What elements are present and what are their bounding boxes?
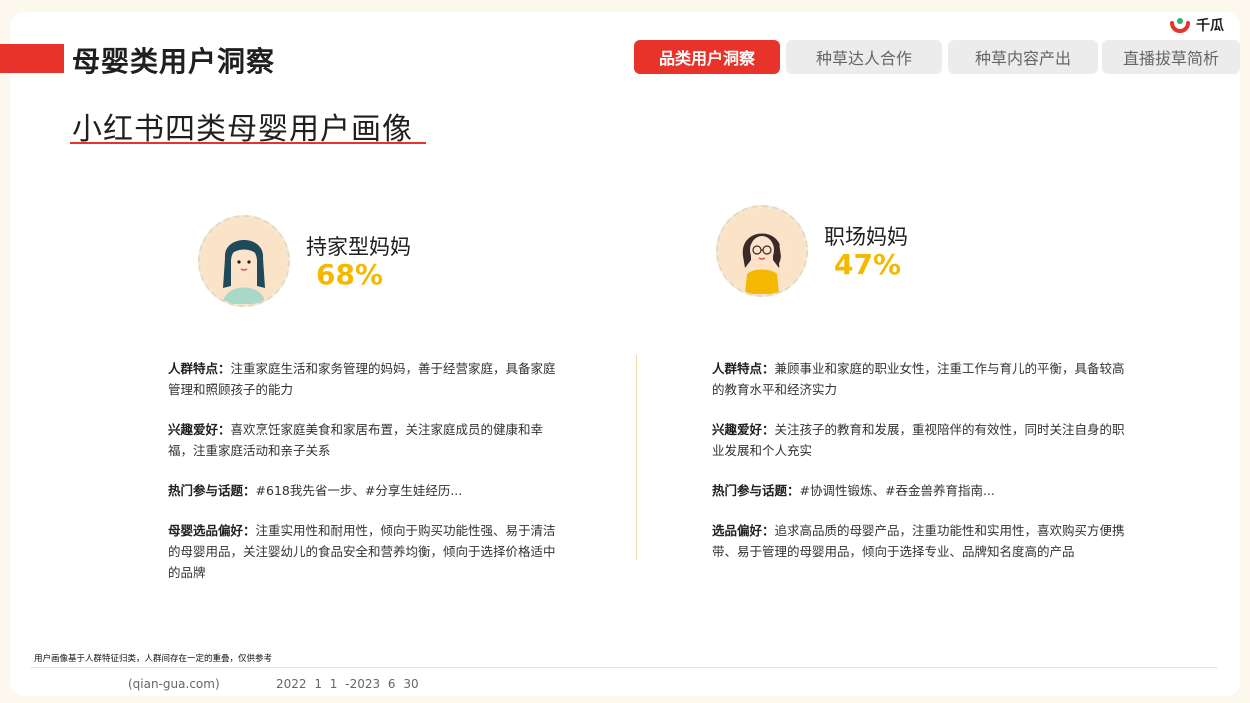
attribute-crowd-traits: 人群特点：兼顾事业和家庭的职业女性，注重工作与育儿的平衡，具备较高的教育水平和经… bbox=[712, 358, 1132, 400]
attribute-interests: 兴趣爱好：关注孩子的教育和发展，重视陪伴的有效性，同时关注自身的职业发展和个人充… bbox=[712, 419, 1132, 461]
tab-content-production[interactable]: 种草内容产出 bbox=[948, 40, 1098, 74]
attribute-key: 兴趣爱好： bbox=[712, 422, 775, 437]
attribute-value: #618我先省一步、#分享生娃经历... bbox=[255, 483, 463, 498]
attribute-key: 人群特点： bbox=[168, 361, 231, 376]
attribute-hot-topics: 热门参与话题：#618我先省一步、#分享生娃经历... bbox=[168, 480, 563, 501]
date-range: 2022 1 1 -2023 6 30 bbox=[276, 677, 419, 691]
persona-percent: 68% bbox=[316, 258, 384, 291]
attribute-key: 母婴选品偏好： bbox=[168, 523, 256, 538]
attribute-value: 追求高品质的母婴产品，注重功能性和实用性，喜欢购买方便携带、易于管理的母婴用品，… bbox=[712, 523, 1125, 559]
tab-livestream-analysis[interactable]: 直播拔草简析 bbox=[1102, 40, 1240, 74]
attribute-value: #协调性锻炼、#吞金兽养育指南... bbox=[799, 483, 995, 498]
qiangua-logo-icon bbox=[1170, 18, 1190, 33]
subtitle-underline bbox=[70, 142, 426, 144]
attribute-key: 人群特点： bbox=[712, 361, 775, 376]
attribute-value: 关注孩子的教育和发展，重视陪伴的有效性，同时关注自身的职业发展和个人充实 bbox=[712, 422, 1125, 458]
attribute-product-preference: 母婴选品偏好：注重实用性和耐用性，倾向于购买功能性强、易于清洁的母婴用品，关注婴… bbox=[168, 520, 563, 583]
brand-logo: 千瓜 bbox=[1168, 12, 1224, 38]
attribute-interests: 兴趣爱好：喜欢烹饪家庭美食和家居布置，关注家庭成员的健康和幸福，注重家庭活动和亲… bbox=[168, 419, 563, 461]
column-divider bbox=[636, 355, 637, 560]
attribute-key: 热门参与话题： bbox=[712, 483, 800, 498]
attribute-key: 热门参与话题： bbox=[168, 483, 256, 498]
data-source: (qian-gua.com) bbox=[128, 677, 220, 691]
tab-influencer-cooperation[interactable]: 种草达人合作 bbox=[786, 40, 942, 74]
attribute-crowd-traits: 人群特点：注重家庭生活和家务管理的妈妈，善于经营家庭，具备家庭管理和照顾孩子的能… bbox=[168, 358, 563, 400]
persona-name: 职场妈妈 bbox=[824, 225, 908, 249]
attribute-hot-topics: 热门参与话题：#协调性锻炼、#吞金兽养育指南... bbox=[712, 480, 1132, 501]
page-title: 母婴类用户洞察 bbox=[72, 45, 276, 78]
mom-glasses-peace-sign-avatar-icon bbox=[716, 205, 808, 297]
footer-divider bbox=[30, 667, 1218, 668]
tab-category-user-insight[interactable]: 品类用户洞察 bbox=[634, 40, 780, 74]
logo-text: 千瓜 bbox=[1196, 18, 1224, 34]
title-accent-bar bbox=[0, 44, 64, 73]
attribute-key: 兴趣爱好： bbox=[168, 422, 231, 437]
attribute-product-preference: 选品偏好：追求高品质的母婴产品，注重功能性和实用性，喜欢购买方便携带、易于管理的… bbox=[712, 520, 1132, 562]
attribute-key: 选品偏好： bbox=[712, 523, 775, 538]
mom-long-hair-avatar-icon bbox=[198, 215, 290, 307]
attribute-value: 兼顾事业和家庭的职业女性，注重工作与育儿的平衡，具备较高的教育水平和经济实力 bbox=[712, 361, 1125, 397]
footnote: 用户画像基于人群特征归类，人群间存在一定的重叠，仅供参考 bbox=[34, 654, 273, 664]
persona-percent: 47% bbox=[834, 248, 902, 281]
persona-name: 持家型妈妈 bbox=[306, 235, 411, 259]
